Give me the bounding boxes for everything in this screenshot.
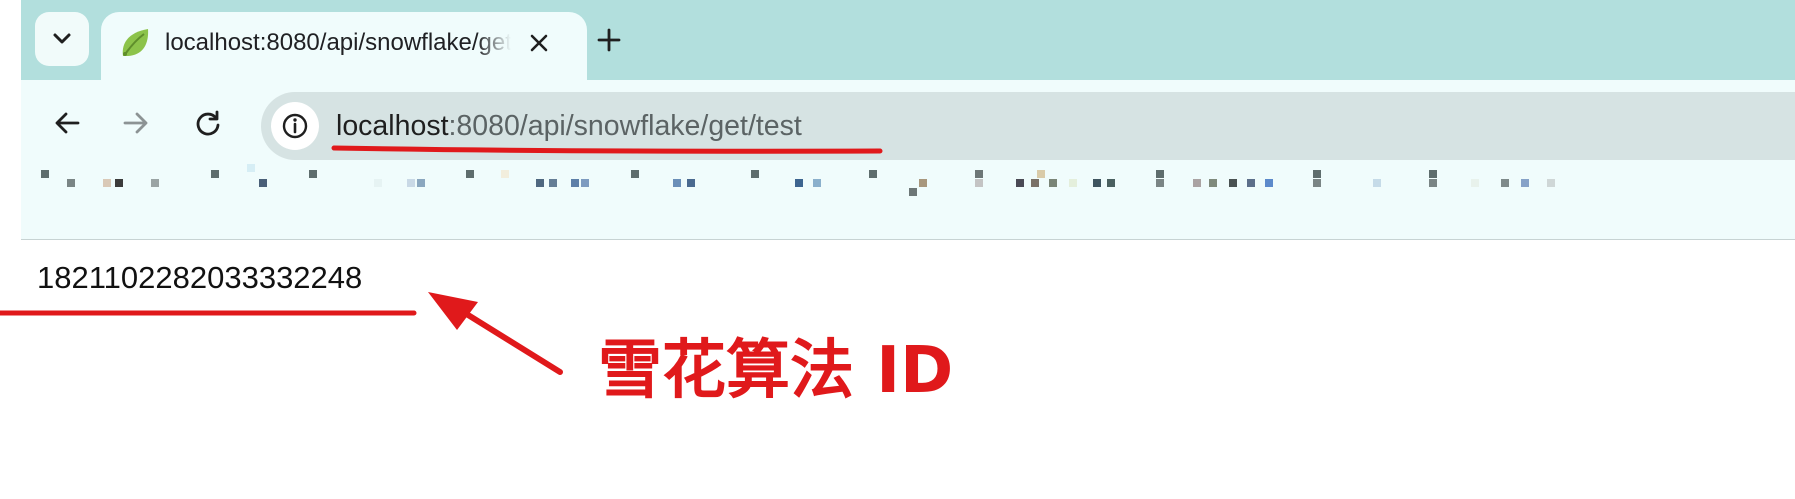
bookmark-item[interactable] [919, 179, 927, 187]
bookmark-item[interactable] [1501, 179, 1509, 187]
bookmark-item[interactable] [1156, 179, 1164, 187]
new-tab-button[interactable] [586, 17, 632, 63]
bookmark-item[interactable] [1373, 179, 1381, 187]
bookmark-item[interactable] [751, 170, 759, 178]
bookmark-item[interactable] [673, 179, 681, 187]
snowflake-id-text: 1821102282033332248 [37, 260, 363, 295]
bookmark-item[interactable] [975, 170, 983, 178]
bookmark-item[interactable] [1209, 179, 1217, 187]
arrow-right-icon [123, 112, 148, 134]
bookmark-item[interactable] [1547, 179, 1555, 187]
bookmark-item[interactable] [1031, 179, 1039, 187]
bookmark-item[interactable] [309, 170, 317, 178]
bookmark-item[interactable] [67, 179, 75, 187]
spring-leaf-icon [122, 29, 149, 56]
address-bar[interactable]: localhost:8080/api/snowflake/get/test [261, 92, 1795, 160]
bookmark-item[interactable] [869, 170, 877, 178]
plus-icon [597, 28, 621, 52]
browser-toolbar: localhost:8080/api/snowflake/get/test [21, 80, 1795, 240]
tab-bar: localhost:8080/api/snowflake/get/test [21, 0, 1795, 80]
tab-active[interactable]: localhost:8080/api/snowflake/get/test [101, 12, 587, 80]
bookmark-item[interactable] [549, 179, 557, 187]
bookmark-item[interactable] [407, 179, 415, 187]
bookmark-item[interactable] [536, 179, 544, 187]
bookmark-item[interactable] [581, 179, 589, 187]
site-info-button[interactable] [271, 102, 319, 150]
info-icon [282, 113, 308, 139]
browser-window: localhost:8080/api/snowflake/get/test [0, 0, 1795, 499]
page-content: 1821102282033332248 雪花算法 ID [0, 240, 1795, 499]
annotation-label: 雪花算法 ID [598, 334, 954, 408]
bookmark-item[interactable] [41, 170, 49, 178]
url-path: :8080/api/snowflake/get/test [448, 110, 802, 142]
bookmark-item[interactable] [259, 179, 267, 187]
tab-close-button[interactable] [521, 25, 557, 61]
bookmark-item[interactable] [151, 179, 159, 187]
bookmark-item[interactable] [1429, 170, 1437, 178]
bookmarks-bar [21, 164, 1795, 238]
bookmark-item[interactable] [1229, 179, 1237, 187]
bookmark-item[interactable] [417, 179, 425, 187]
reload-icon [196, 110, 220, 136]
bookmark-item[interactable] [1247, 179, 1255, 187]
bookmark-item[interactable] [631, 170, 639, 178]
url-text[interactable]: localhost:8080/api/snowflake/get/test [336, 104, 802, 148]
bookmark-item[interactable] [1471, 179, 1479, 187]
tab-search-button[interactable] [35, 12, 89, 66]
window-edge [0, 0, 21, 240]
tab-title: localhost:8080/api/snowflake/get/test [165, 26, 511, 60]
bookmark-item[interactable] [211, 170, 219, 178]
bookmark-item[interactable] [1313, 170, 1321, 178]
bookmark-item[interactable] [1521, 179, 1529, 187]
url-host: localhost [336, 110, 449, 142]
bookmark-item[interactable] [247, 164, 255, 172]
bookmark-item[interactable] [1156, 170, 1164, 178]
arrow-left-icon [55, 112, 80, 134]
bookmark-item[interactable] [103, 179, 111, 187]
bookmark-item[interactable] [501, 170, 509, 178]
reload-button[interactable] [186, 101, 230, 145]
bookmark-item[interactable] [795, 179, 803, 187]
bookmark-item[interactable] [374, 179, 382, 187]
bookmark-item[interactable] [975, 179, 983, 187]
back-button[interactable] [45, 101, 89, 145]
bookmark-item[interactable] [571, 179, 579, 187]
bookmark-item[interactable] [1313, 179, 1321, 187]
bookmark-item[interactable] [1037, 170, 1045, 178]
bookmark-item[interactable] [1016, 179, 1024, 187]
bookmark-item[interactable] [466, 170, 474, 178]
bookmark-item[interactable] [1193, 179, 1201, 187]
close-icon [530, 34, 548, 52]
bookmark-item[interactable] [813, 179, 821, 187]
bookmark-item[interactable] [115, 179, 123, 187]
bookmark-item[interactable] [1107, 179, 1115, 187]
bookmark-item[interactable] [1049, 179, 1057, 187]
bookmark-item[interactable] [1265, 179, 1273, 187]
forward-button[interactable] [114, 101, 158, 145]
bookmark-item[interactable] [1429, 179, 1437, 187]
chevron-down-icon [53, 33, 71, 44]
bookmark-item[interactable] [1069, 179, 1077, 187]
bookmark-item[interactable] [687, 179, 695, 187]
bookmark-item[interactable] [1093, 179, 1101, 187]
bookmark-item[interactable] [909, 188, 917, 196]
